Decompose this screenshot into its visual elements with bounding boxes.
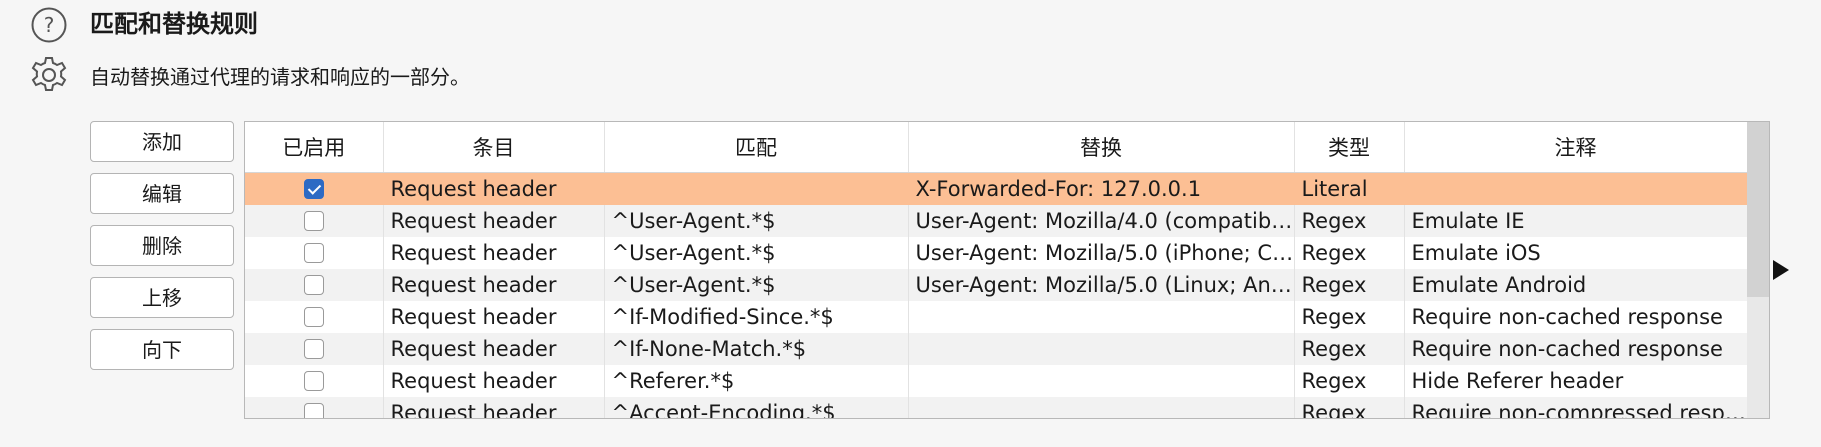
column-header-comment[interactable]: 注释	[1404, 122, 1748, 173]
move-down-button[interactable]: 向下	[90, 329, 234, 370]
item-cell: Request header	[383, 269, 605, 301]
enabled-checkbox[interactable]	[303, 179, 324, 199]
gear-icon[interactable]	[29, 55, 69, 95]
enabled-cell	[245, 172, 384, 205]
enabled-cell	[245, 397, 384, 418]
item-cell: Request header	[383, 397, 605, 418]
item-cell: Request header	[383, 205, 605, 237]
enabled-checkbox[interactable]	[303, 403, 324, 418]
table-row[interactable]: Request header ^Referer.*$ Regex Hide Re…	[245, 365, 1748, 397]
type-cell: Regex	[1294, 365, 1405, 397]
table-row[interactable]: Request header ^If-None-Match.*$ Regex R…	[245, 333, 1748, 365]
match-cell: ^User-Agent.*$	[604, 269, 909, 301]
type-cell: Literal	[1294, 172, 1405, 205]
item-cell: Request header	[383, 237, 605, 269]
enabled-cell	[245, 301, 384, 333]
type-cell: Regex	[1294, 237, 1405, 269]
edit-button[interactable]: 编辑	[90, 173, 234, 214]
replace-cell	[908, 397, 1295, 418]
table-row[interactable]: Request header ^User-Agent.*$ User-Agent…	[245, 237, 1748, 269]
comment-cell: Emulate iOS	[1404, 237, 1748, 269]
column-header-enabled[interactable]: 已启用	[245, 122, 384, 173]
action-buttons: 添加 编辑 删除 上移 向下	[90, 121, 234, 381]
table-row[interactable]: Request header ^User-Agent.*$ User-Agent…	[245, 269, 1748, 301]
table-row[interactable]: Request header X-Forwarded-For: 127.0.0.…	[245, 172, 1748, 205]
replace-cell: User-Agent: Mozilla/4.0 (compatible; MSI…	[908, 205, 1295, 237]
table-header-row: 已启用 条目 匹配 替换 类型 注释	[245, 122, 1748, 173]
comment-cell: Require non-compressed responses	[1404, 397, 1748, 418]
replace-cell: User-Agent: Mozilla/5.0 (iPhone; CPU iPh…	[908, 237, 1295, 269]
enabled-checkbox[interactable]	[303, 211, 324, 231]
type-cell: Regex	[1294, 333, 1405, 365]
enabled-cell	[245, 269, 384, 301]
type-cell: Regex	[1294, 269, 1405, 301]
match-cell: ^User-Agent.*$	[604, 205, 909, 237]
comment-cell: Require non-cached response	[1404, 301, 1748, 333]
page-title: 匹配和替换规则	[90, 10, 258, 38]
item-cell: Request header	[383, 365, 605, 397]
comment-cell: Hide Referer header	[1404, 365, 1748, 397]
enabled-checkbox[interactable]	[303, 339, 324, 359]
enabled-checkbox[interactable]	[303, 275, 324, 295]
replace-cell	[908, 365, 1295, 397]
table-row[interactable]: Request header ^If-Modified-Since.*$ Reg…	[245, 301, 1748, 333]
scrollbar-thumb[interactable]	[1747, 122, 1769, 297]
enabled-checkbox[interactable]	[303, 371, 324, 391]
table-row[interactable]: Request header ^Accept-Encoding.*$ Regex…	[245, 397, 1748, 418]
type-cell: Regex	[1294, 301, 1405, 333]
rules-table-container: 已启用 条目 匹配 替换 类型 注释 Request header X-Forw…	[244, 121, 1770, 419]
page-description: 自动替换通过代理的请求和响应的一部分。	[90, 65, 470, 89]
comment-cell: Emulate Android	[1404, 269, 1748, 301]
svg-text:?: ?	[44, 13, 55, 37]
help-circle-icon[interactable]: ?	[30, 6, 68, 44]
comment-cell	[1404, 172, 1748, 205]
comment-cell: Emulate IE	[1404, 205, 1748, 237]
match-cell: ^Referer.*$	[604, 365, 909, 397]
column-header-item[interactable]: 条目	[383, 122, 605, 173]
enabled-checkbox[interactable]	[303, 307, 324, 327]
match-cell: ^User-Agent.*$	[604, 237, 909, 269]
item-cell: Request header	[383, 333, 605, 365]
enabled-cell	[245, 365, 384, 397]
enabled-cell	[245, 205, 384, 237]
rules-table: 已启用 条目 匹配 替换 类型 注释 Request header X-Forw…	[245, 122, 1748, 418]
enabled-checkbox[interactable]	[303, 243, 324, 263]
item-cell: Request header	[383, 301, 605, 333]
column-header-replace[interactable]: 替换	[908, 122, 1295, 173]
match-cell: ^If-None-Match.*$	[604, 333, 909, 365]
table-row[interactable]: Request header ^User-Agent.*$ User-Agent…	[245, 205, 1748, 237]
column-header-type[interactable]: 类型	[1294, 122, 1405, 173]
replace-cell: X-Forwarded-For: 127.0.0.1	[908, 172, 1295, 205]
item-cell: Request header	[383, 172, 605, 205]
comment-cell: Require non-cached response	[1404, 333, 1748, 365]
replace-cell	[908, 301, 1295, 333]
replace-cell: User-Agent: Mozilla/5.0 (Linux; Android …	[908, 269, 1295, 301]
match-cell: ^If-Modified-Since.*$	[604, 301, 909, 333]
type-cell: Regex	[1294, 205, 1405, 237]
type-cell: Regex	[1294, 397, 1405, 418]
vertical-scrollbar[interactable]	[1747, 122, 1769, 418]
triangle-right-icon[interactable]	[1773, 260, 1789, 280]
add-button[interactable]: 添加	[90, 121, 234, 162]
move-up-button[interactable]: 上移	[90, 277, 234, 318]
enabled-cell	[245, 237, 384, 269]
match-cell	[604, 172, 909, 205]
match-cell: ^Accept-Encoding.*$	[604, 397, 909, 418]
enabled-cell	[245, 333, 384, 365]
remove-button[interactable]: 删除	[90, 225, 234, 266]
column-header-match[interactable]: 匹配	[604, 122, 909, 173]
replace-cell	[908, 333, 1295, 365]
